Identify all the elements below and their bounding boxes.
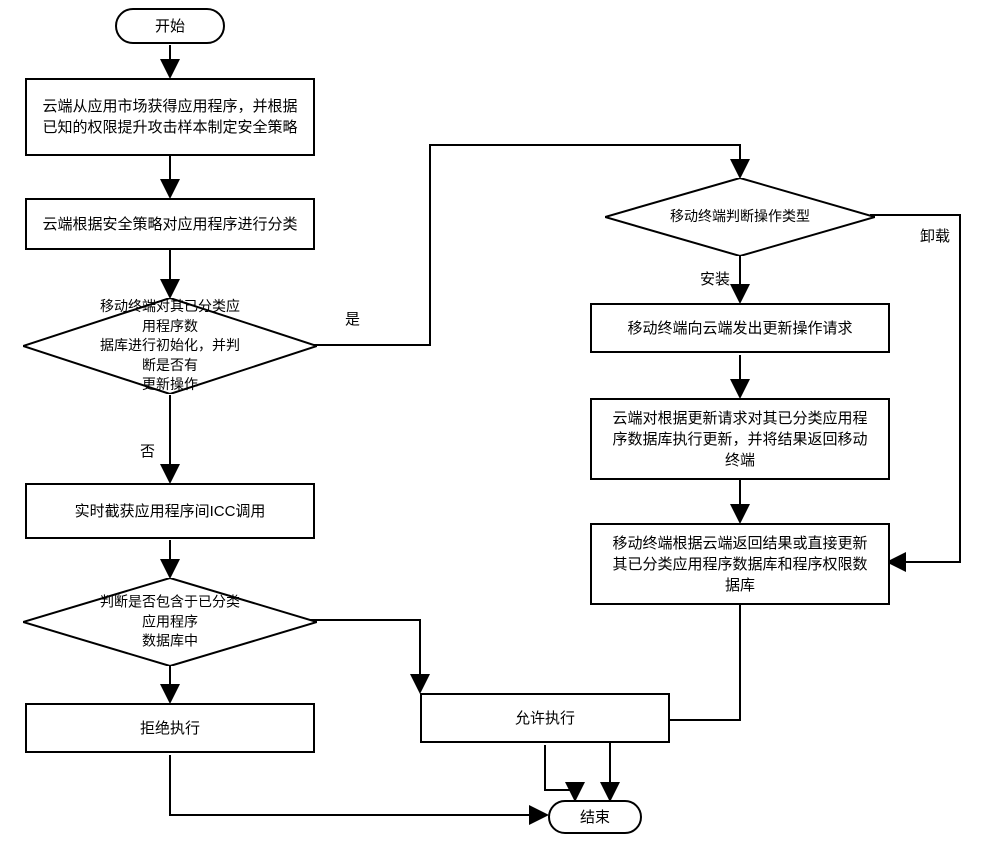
process-classify-apps: 云端根据安全策略对应用程序进行分类 [25, 198, 315, 250]
label-yes: 是 [345, 308, 360, 329]
label-install: 安装 [700, 268, 730, 289]
p3-text: 实时截获应用程序间ICC调用 [75, 501, 266, 522]
d3-text: 移动终端判断操作类型 [670, 207, 810, 227]
label-no: 否 [140, 440, 155, 461]
p1-text: 云端从应用市场获得应用程序，并根据 已知的权限提升攻击样本制定安全策略 [42, 96, 297, 138]
p4-text: 拒绝执行 [140, 718, 200, 739]
start-node: 开始 [115, 8, 225, 44]
p2-text: 云端根据安全策略对应用程序进行分类 [42, 214, 297, 235]
process-reject: 拒绝执行 [25, 703, 315, 753]
end-text: 结束 [580, 807, 610, 828]
d1-text: 移动终端对其已分类应用程序数 据库进行初始化，并判断是否有 更新操作 [97, 297, 244, 395]
p6-text: 云端对根据更新请求对其已分类应用程 序数据库执行更新，并将结果返回移动 终端 [612, 408, 867, 471]
end-node: 结束 [548, 800, 642, 834]
process-send-update-req: 移动终端向云端发出更新操作请求 [590, 303, 890, 353]
start-text: 开始 [155, 16, 185, 37]
decision-op-type: 移动终端判断操作类型 [605, 178, 875, 256]
p5-text: 移动终端向云端发出更新操作请求 [627, 318, 852, 339]
process-terminal-update: 移动终端根据云端返回结果或直接更新 其已分类应用程序数据库和程序权限数 据库 [590, 523, 890, 605]
process-acquire-apps: 云端从应用市场获得应用程序，并根据 已知的权限提升攻击样本制定安全策略 [25, 78, 315, 156]
decision-init-db: 移动终端对其已分类应用程序数 据库进行初始化，并判断是否有 更新操作 [23, 298, 317, 394]
label-uninstall: 卸载 [920, 225, 950, 246]
process-cloud-update: 云端对根据更新请求对其已分类应用程 序数据库执行更新，并将结果返回移动 终端 [590, 398, 890, 480]
decision-in-database: 判断是否包含于已分类应用程序 数据库中 [23, 578, 317, 666]
d2-text: 判断是否包含于已分类应用程序 数据库中 [97, 593, 244, 652]
process-allow: 允许执行 [420, 693, 670, 743]
p7-text: 移动终端根据云端返回结果或直接更新 其已分类应用程序数据库和程序权限数 据库 [612, 533, 867, 596]
p8-text: 允许执行 [515, 708, 575, 729]
process-intercept-icc: 实时截获应用程序间ICC调用 [25, 483, 315, 539]
